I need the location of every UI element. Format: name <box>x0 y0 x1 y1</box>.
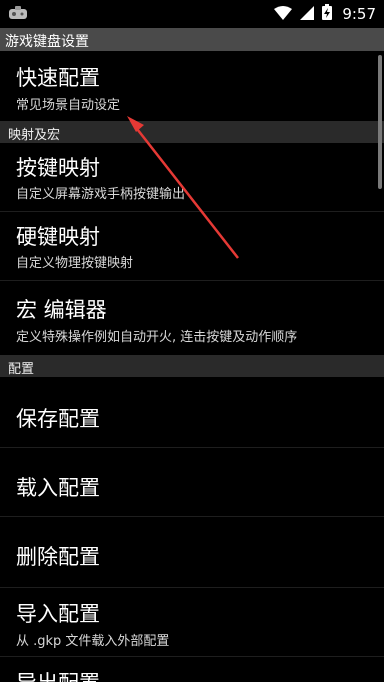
title-bar: 游戏键盘设置 <box>0 28 384 51</box>
delete-config-item[interactable]: 删除配置 <box>0 517 384 587</box>
quick-config-subtitle: 常见场景自动设定 <box>16 98 121 113</box>
import-config-item[interactable]: 导入配置 从 .gkp 文件载入外部配置 <box>0 588 384 656</box>
import-config-subtitle: 从 .gkp 文件载入外部配置 <box>16 634 170 649</box>
page-title: 游戏键盘设置 <box>5 34 89 50</box>
delete-config-title: 删除配置 <box>16 545 100 569</box>
app-notification-icon <box>8 5 28 25</box>
status-bar: 9:57 <box>0 0 384 28</box>
battery-charging-icon <box>322 4 333 24</box>
macro-editor-subtitle: 定义特殊操作例如自动开火, 连击按键及动作顺序 <box>16 330 298 345</box>
settings-list[interactable]: 快速配置 常见场景自动设定 映射及宏 按键映射 自定义屏幕游戏手柄按键输出 硬键… <box>0 51 384 682</box>
gamepad-mapping-title: 按键映射 <box>16 156 100 180</box>
section-config-label: 配置 <box>8 362 35 377</box>
section-mapping-label: 映射及宏 <box>8 128 61 143</box>
macro-editor-item[interactable]: 宏 编辑器 定义特殊操作例如自动开火, 连击按键及动作顺序 <box>0 281 384 354</box>
hardware-mapping-item[interactable]: 硬键映射 自定义物理按键映射 <box>0 212 384 280</box>
import-config-title: 导入配置 <box>16 602 100 626</box>
gamepad-mapping-subtitle: 自定义屏幕游戏手柄按键输出 <box>16 187 186 202</box>
save-config-title: 保存配置 <box>16 407 100 431</box>
export-config-title: 导出配置 <box>16 667 100 682</box>
export-config-item[interactable]: 导出配置 <box>0 657 384 682</box>
section-header-config: 配置 <box>0 355 384 377</box>
quick-config-title: 快速配置 <box>16 66 100 90</box>
clock: 9:57 <box>342 5 376 23</box>
load-config-title: 载入配置 <box>16 476 100 500</box>
save-config-item[interactable]: 保存配置 <box>0 377 384 447</box>
section-header-mapping: 映射及宏 <box>0 121 384 143</box>
macro-editor-title: 宏 编辑器 <box>16 298 107 322</box>
load-config-item[interactable]: 载入配置 <box>0 448 384 516</box>
scrollbar[interactable] <box>378 55 382 189</box>
wifi-icon <box>274 5 293 24</box>
quick-config-item[interactable]: 快速配置 常见场景自动设定 <box>0 51 384 121</box>
gamepad-mapping-item[interactable]: 按键映射 自定义屏幕游戏手柄按键输出 <box>0 143 384 211</box>
hardware-mapping-title: 硬键映射 <box>16 225 100 249</box>
hardware-mapping-subtitle: 自定义物理按键映射 <box>16 256 134 271</box>
signal-icon <box>300 5 315 24</box>
